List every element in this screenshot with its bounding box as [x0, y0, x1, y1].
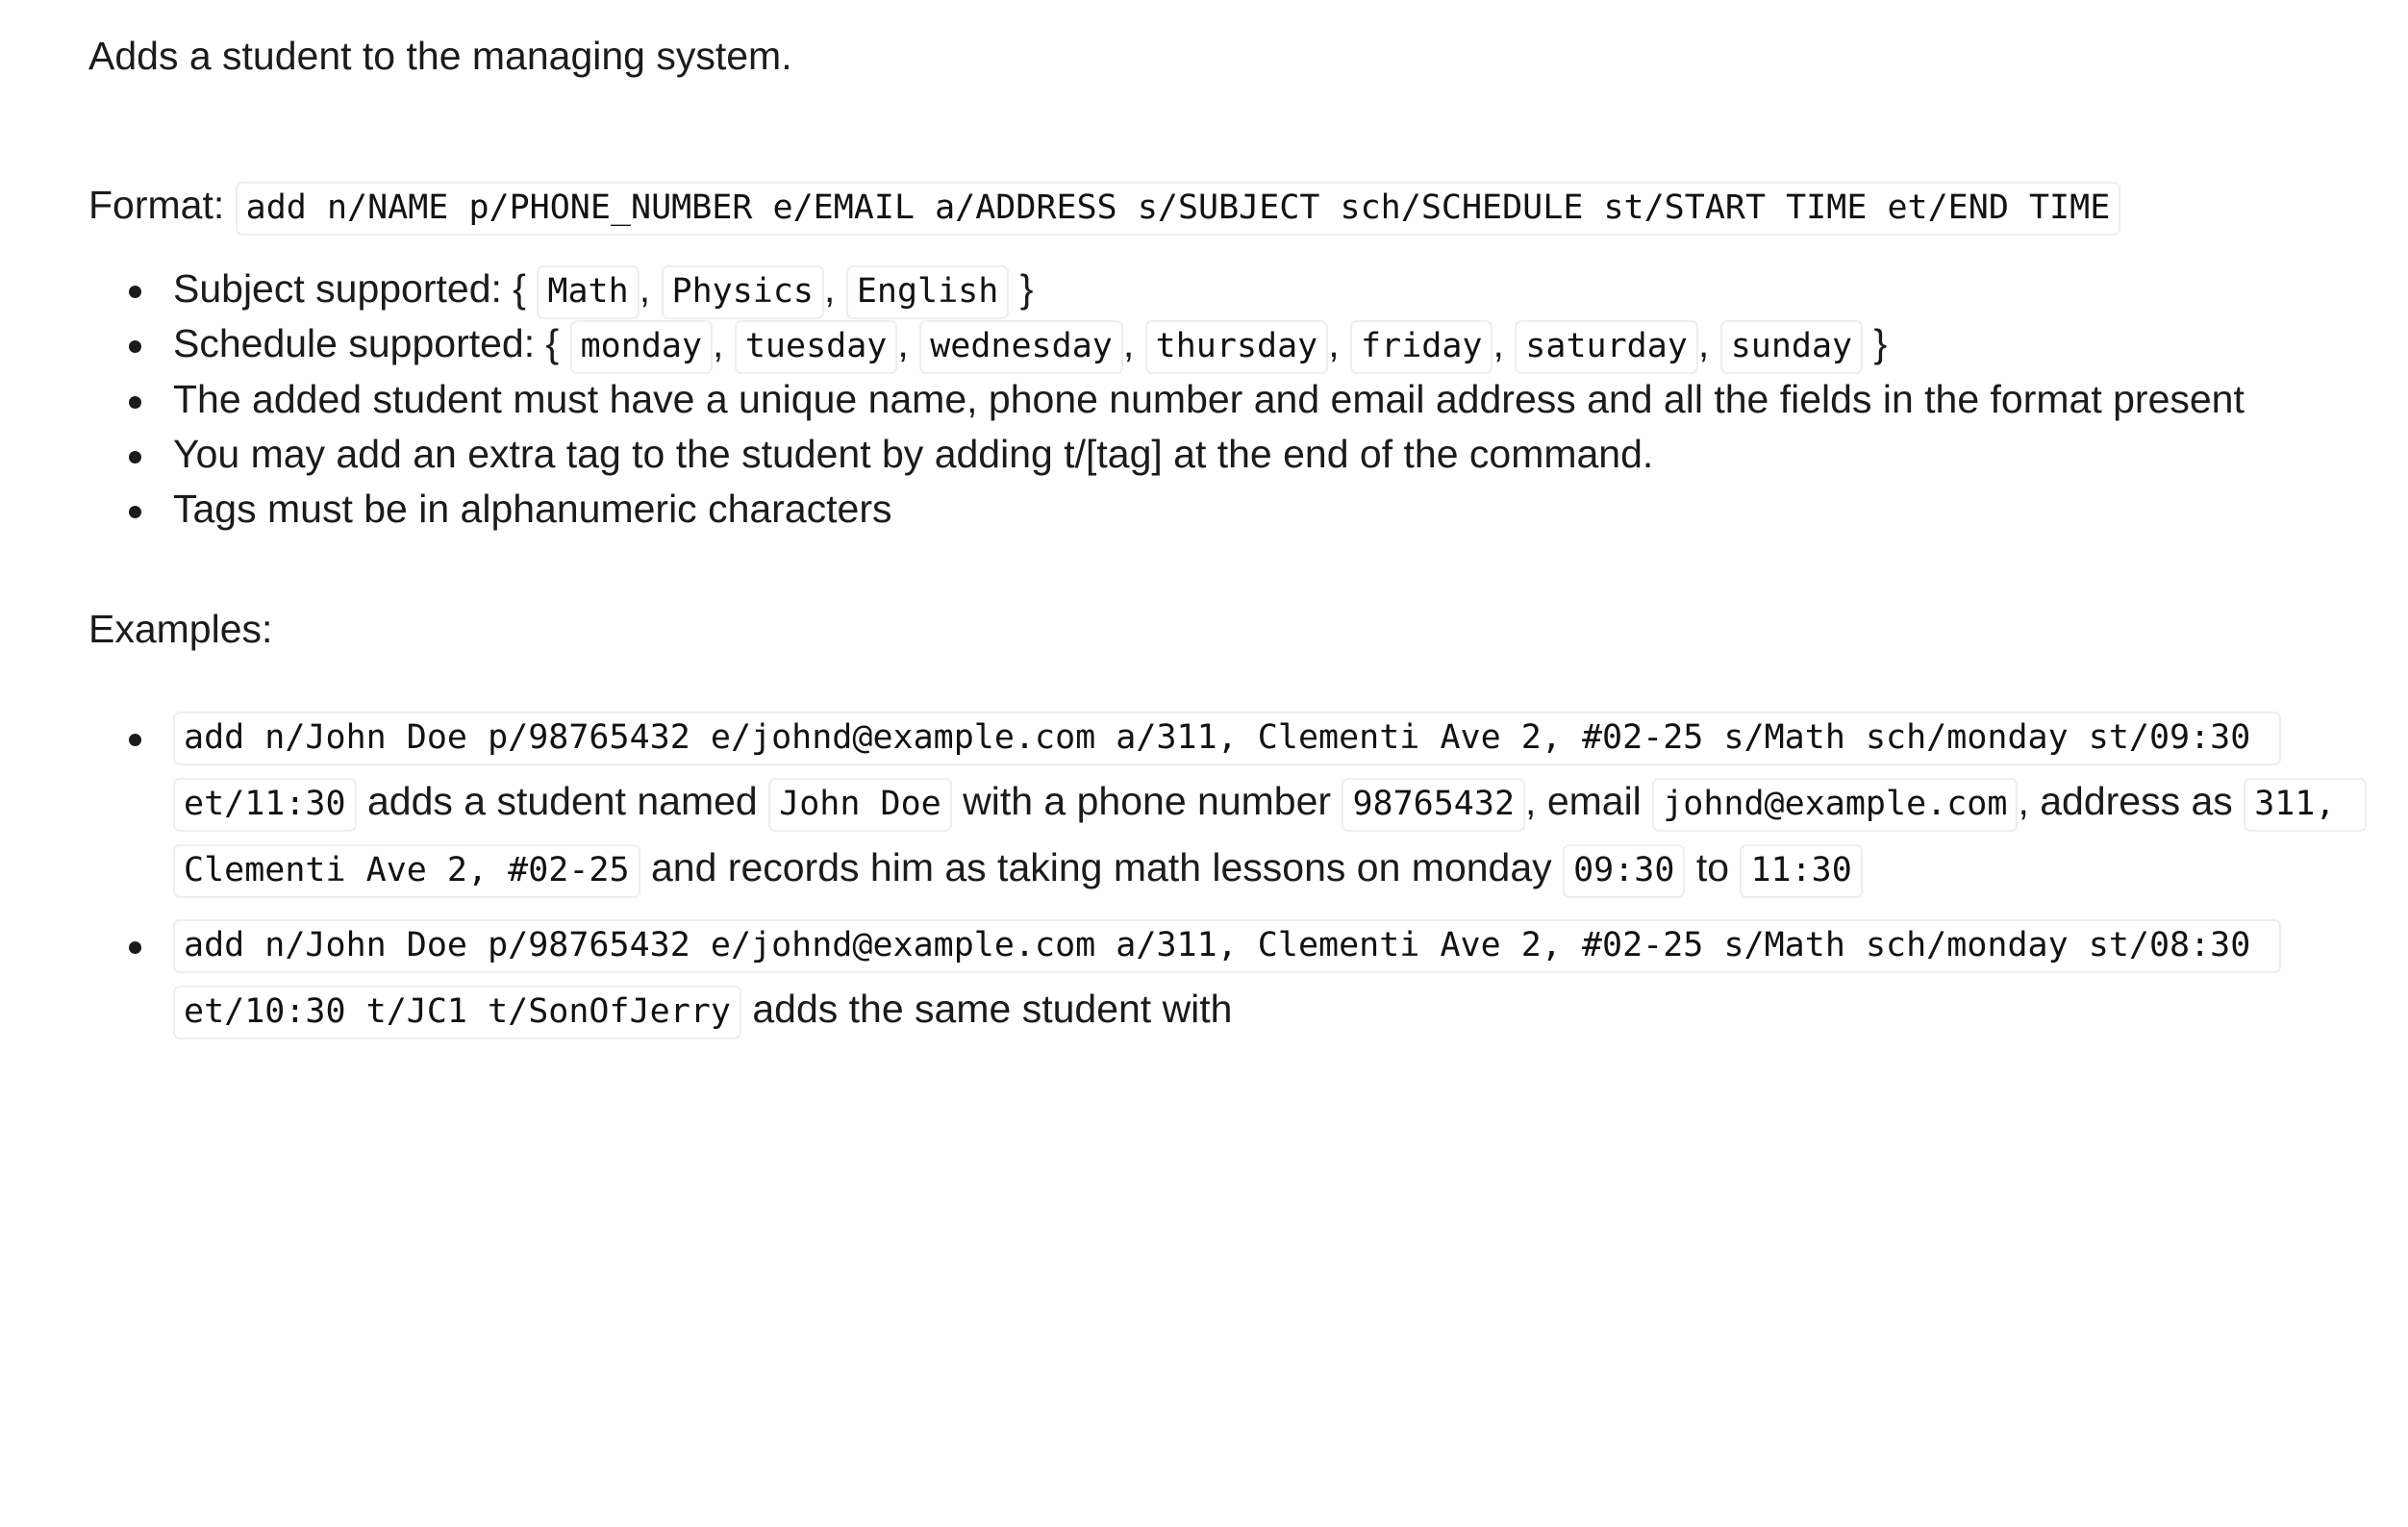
comma-separator: , [713, 321, 724, 366]
examples-label: Examples: [88, 607, 273, 652]
example-1-text-6: to [1695, 845, 1730, 890]
example-1-name-code: John Doe [768, 778, 952, 833]
subject-value-math: Math [537, 264, 640, 319]
subject-label: Subject supported: { [173, 265, 526, 311]
schedule-close-brace: } [1873, 321, 1888, 366]
example-1-text-2: with a phone number [963, 779, 1332, 824]
comma-separator: , [824, 265, 836, 311]
schedule-value-wednesday: wednesday [919, 320, 1123, 375]
format-label: Format: [88, 183, 225, 228]
format-command-code: add n/NAME p/PHONE_NUMBER e/EMAIL a/ADDR… [235, 182, 2121, 237]
example-1-text-4: , address as [2018, 779, 2233, 824]
comma-separator: , [1697, 321, 1710, 366]
subject-close-brace: } [1019, 265, 1034, 311]
schedule-value-friday: friday [1350, 320, 1493, 375]
example-1-end-time-code: 11:30 [1740, 844, 1863, 899]
schedule-value-tuesday: tuesday [734, 320, 898, 375]
list-item-example-1: add n/John Doe p/98765432 e/johnd@exampl… [129, 702, 2371, 902]
example-1-start-time-code: 09:30 [1563, 844, 1686, 899]
example-2-text-1: adds the same student with [752, 987, 1233, 1032]
schedule-value-monday: monday [569, 320, 714, 375]
example-1-text-5: and records him as taking math lessons o… [651, 845, 1552, 890]
list-item-subject-supported: Subject supported: { Math, Physics, Engl… [129, 263, 2371, 319]
example-1-email-code: johnd@example.com [1652, 778, 2019, 833]
comma-separator: , [1122, 321, 1135, 366]
constraints-list: Subject supported: { Math, Physics, Engl… [88, 263, 2371, 535]
format-paragraph: Format: add n/NAME p/PHONE_NUMBER e/EMAI… [88, 180, 2371, 237]
example-1-phone-code: 98765432 [1342, 778, 1526, 833]
schedule-value-saturday: saturday [1515, 320, 1698, 375]
list-item-extra-tag: You may add an extra tag to the student … [129, 429, 2371, 480]
subject-value-english: English [845, 264, 1010, 319]
example-1-text-3: , email [1525, 779, 1642, 824]
list-item-schedule-supported: Schedule supported: { monday, tuesday, w… [129, 318, 2371, 375]
comma-separator: , [639, 265, 651, 311]
subject-value-physics: Physics [661, 264, 825, 319]
page-description: Adds a student to the managing system. [88, 34, 792, 78]
schedule-label: Schedule supported: { [173, 321, 560, 366]
schedule-value-thursday: thursday [1144, 320, 1329, 375]
example-1-text-1: adds a student named [366, 779, 758, 824]
documentation-page: Adds a student to the managing system. F… [0, 0, 2408, 1042]
list-item-example-2: add n/John Doe p/98765432 e/johnd@exampl… [129, 910, 2371, 1043]
comma-separator: , [897, 321, 909, 366]
schedule-value-sunday: sunday [1719, 320, 1864, 375]
comma-separator: , [1492, 321, 1504, 366]
list-item-unique-fields: The added student must have a unique nam… [129, 374, 2371, 425]
comma-separator: , [1328, 321, 1340, 366]
examples-list: add n/John Doe p/98765432 e/johnd@exampl… [88, 702, 2371, 1042]
list-item-alphanumeric-tags: Tags must be in alphanumeric characters [129, 484, 2371, 535]
